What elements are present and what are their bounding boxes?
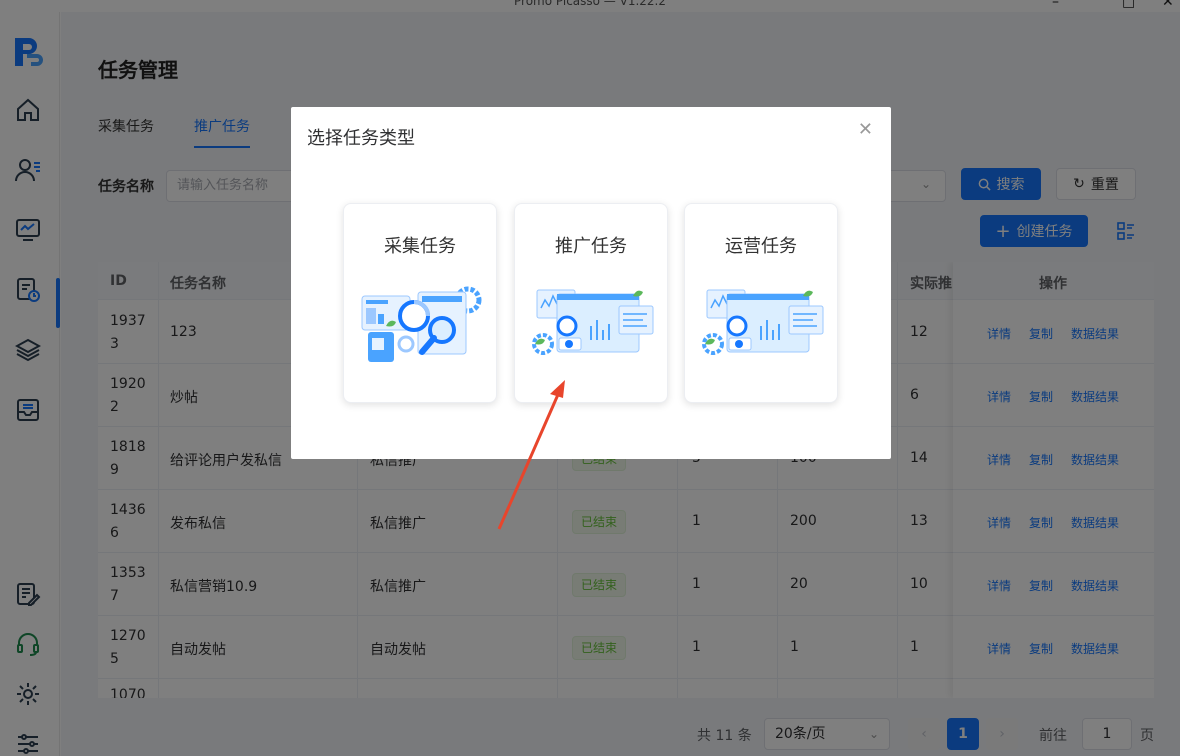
annotation-arrow-icon — [497, 380, 565, 530]
